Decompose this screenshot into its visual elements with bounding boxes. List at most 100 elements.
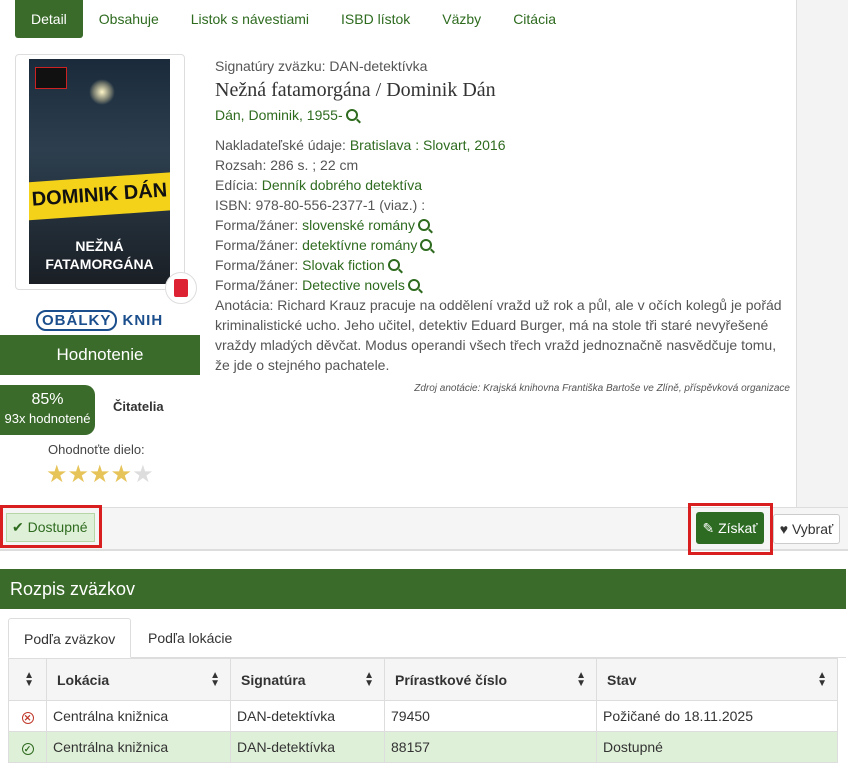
isbn: ISBN: 978-80-556-2377-1 (viaz.) :: [215, 197, 426, 213]
sort-icon[interactable]: ▲ ▼: [576, 671, 586, 689]
star-icon[interactable]: ★: [111, 462, 133, 488]
volumes-header: Rozpis zväzkov: [0, 569, 846, 609]
table-row[interactable]: ✕ Centrálna knižnica DAN-detektívka 7945…: [8, 700, 838, 732]
genre-line: Forma/žáner: slovenské romány: [215, 215, 790, 235]
tab-detail[interactable]: Detail: [15, 0, 83, 38]
genre-line: Forma/žáner: Slovak fiction: [215, 255, 790, 275]
tab-citation[interactable]: Citácia: [497, 0, 572, 38]
column-header-location[interactable]: Lokácia ▲ ▼: [46, 658, 231, 701]
search-icon[interactable]: [387, 259, 400, 271]
sort-icon[interactable]: ▲ ▼: [210, 671, 220, 689]
column-label: Stav: [607, 671, 637, 688]
obalky-logo-part2: KNIH: [122, 312, 164, 329]
genre-link[interactable]: slovenské romány: [302, 217, 415, 233]
accession-cell: 88157: [384, 731, 597, 763]
star-icon[interactable]: ★: [68, 462, 90, 488]
star-icon[interactable]: ★: [132, 462, 154, 488]
select-label: Vybrať: [791, 521, 834, 537]
unavailable-icon: ✕: [21, 712, 34, 724]
obalky-knih-logo[interactable]: OBÁLKY KNIH: [36, 310, 164, 331]
book-icon: [174, 279, 188, 297]
signature-cell: DAN-detektívka: [230, 700, 385, 732]
available-icon: ✓: [21, 743, 34, 755]
tab-links[interactable]: Väzby: [426, 0, 497, 38]
record-title: Nežná fatamorgána / Dominik Dán: [215, 79, 496, 101]
series-link[interactable]: Denník dobrého detektíva: [262, 177, 422, 193]
search-icon[interactable]: [420, 239, 433, 251]
right-sidebar-strip: [796, 0, 848, 508]
status-column-header[interactable]: ▲ ▼: [8, 658, 47, 701]
publisher-label: Nakladateľské údaje:: [215, 137, 346, 153]
rating-count: 93x hodnotené: [4, 411, 91, 426]
genre-label: Forma/žáner:: [215, 257, 299, 273]
tab-isbd-card[interactable]: ISBD lístok: [325, 0, 426, 38]
state-cell: Dostupné: [596, 731, 838, 763]
rating-percent: 85%: [31, 391, 64, 408]
column-label: Lokácia: [57, 671, 110, 688]
genre-link[interactable]: detektívne romány: [302, 237, 417, 253]
rating-header: Hodnotenie: [0, 335, 200, 375]
volumes-table: ▲ ▼ Lokácia ▲ ▼ Signatúra ▲ ▼ Prírastkové čís…: [8, 658, 838, 763]
sort-icon[interactable]: ▲ ▼: [24, 671, 34, 689]
signature-cell: DAN-detektívka: [230, 731, 385, 763]
table-row[interactable]: ✓ Centrálna knižnica DAN-detektívka 8815…: [8, 731, 838, 763]
tab-by-location[interactable]: Podľa lokácie: [133, 618, 247, 658]
street-lamp: [89, 79, 115, 105]
get-label: Získať: [718, 520, 758, 536]
author-link[interactable]: Dán, Dominik, 1955-: [215, 107, 343, 123]
status-cell: ✕: [8, 700, 47, 732]
tab-contains[interactable]: Obsahuje: [83, 0, 175, 38]
genre-label: Forma/žáner:: [215, 217, 299, 233]
annotation: Anotácia: Richard Krauz pracuje na odděl…: [215, 297, 782, 373]
get-button[interactable]: ✎ Získať: [696, 512, 764, 544]
cover-title: NEŽNÁ FATAMORGÁNA: [29, 237, 170, 273]
genre-line: Forma/žáner: detektívne romány: [215, 235, 790, 255]
column-label: Prírastkové číslo: [395, 671, 508, 688]
series-line: Edícia: Denník dobrého detektíva: [215, 175, 790, 195]
rate-prompt: Ohodnoťte dielo:: [48, 442, 145, 457]
column-header-accession[interactable]: Prírastkové číslo ▲ ▼: [384, 658, 597, 701]
cover-title-line2: FATAMORGÁNA: [45, 256, 154, 272]
rating-summary: 85% 93x hodnotené: [0, 385, 95, 435]
signatures: Signatúry zväzku: DAN-detektívka: [215, 58, 428, 74]
search-icon[interactable]: [407, 279, 420, 291]
tab-label-card[interactable]: Listok s návestiami: [175, 0, 325, 38]
publisher-line: Nakladateľské údaje: Bratislava : Slovar…: [215, 135, 790, 155]
publisher-link[interactable]: Bratislava : Slovart, 2016: [350, 137, 506, 153]
status-cell: ✓: [8, 731, 47, 763]
genre-line: Forma/žáner: Detective novels: [215, 275, 790, 295]
genre-link[interactable]: Slovak fiction: [302, 257, 384, 273]
book-type-icon: [165, 272, 197, 304]
publisher-logo: [35, 67, 67, 89]
extent: Rozsah: 286 s. ; 22 cm: [215, 157, 359, 173]
record-details: Signatúry zväzku: DAN-detektívka Nežná f…: [215, 56, 790, 394]
book-cover-image[interactable]: DOMINIK DÁN NEŽNÁ FATAMORGÁNA: [29, 59, 170, 284]
location-cell: Centrálna knižnica: [46, 700, 231, 732]
star-icon[interactable]: ★: [46, 462, 68, 488]
pencil-icon: ✎: [702, 520, 715, 536]
accession-cell: 79450: [384, 700, 597, 732]
genre-label: Forma/žáner:: [215, 237, 299, 253]
sort-icon[interactable]: ▲ ▼: [364, 671, 374, 689]
genre-link[interactable]: Detective novels: [302, 277, 405, 293]
column-label: Signatúra: [241, 671, 306, 688]
available-label: Dostupné: [27, 519, 88, 535]
sort-icon[interactable]: ▲ ▼: [817, 671, 827, 689]
search-icon[interactable]: [345, 109, 358, 121]
obalky-logo-part1: OBÁLKY: [36, 310, 118, 331]
cover-title-line1: NEŽNÁ: [75, 238, 124, 254]
state-cell: Požičané do 18.11.2025: [596, 700, 838, 732]
column-header-signature[interactable]: Signatúra ▲ ▼: [230, 658, 385, 701]
column-header-state[interactable]: Stav ▲ ▼: [596, 658, 838, 701]
record-tabs: Detail Obsahuje Listok s návestiami ISBD…: [15, 0, 572, 38]
star-rating[interactable]: ★ ★ ★ ★ ★: [46, 462, 154, 488]
volumes-tabs: Podľa zväzkov Podľa lokácie: [8, 618, 846, 658]
available-button[interactable]: ✔ Dostupné: [6, 513, 95, 542]
author-line: Dán, Dominik, 1955-: [215, 105, 790, 125]
annotation-source: Zdroj anotácie: Krajská knihovna Františ…: [414, 383, 790, 394]
tab-by-volumes[interactable]: Podľa zväzkov: [8, 618, 132, 658]
select-button[interactable]: ♥ Vybrať: [773, 514, 840, 544]
search-icon[interactable]: [417, 219, 430, 231]
star-icon[interactable]: ★: [89, 462, 111, 488]
genre-label: Forma/žáner:: [215, 277, 299, 293]
